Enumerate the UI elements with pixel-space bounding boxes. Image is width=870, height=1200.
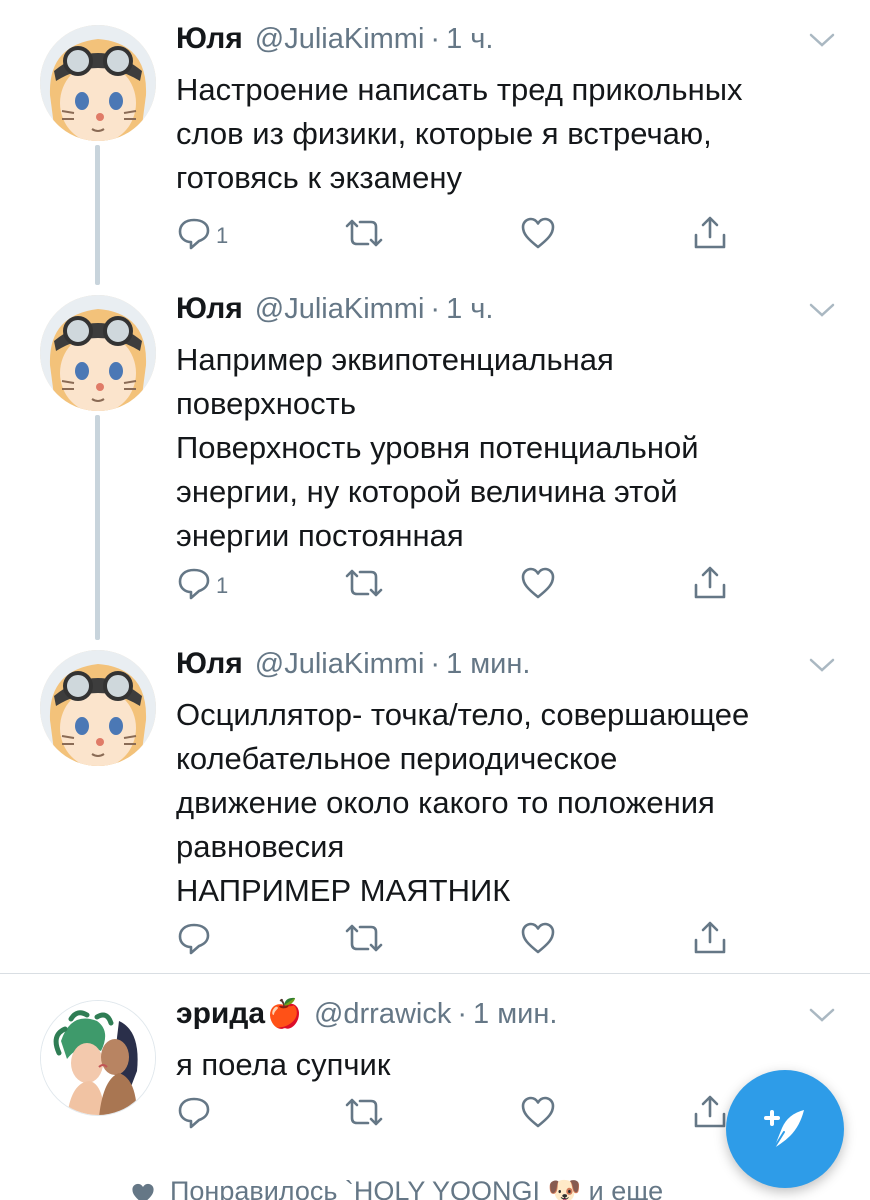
reply-icon — [178, 1097, 210, 1129]
thread-connector-line — [95, 250, 100, 270]
chevron-down-icon[interactable] — [808, 655, 836, 675]
tweet-header: Юля @JuliaKimmi · 1 мин. — [176, 647, 836, 689]
share-icon — [694, 1095, 726, 1128]
reply-icon — [178, 218, 210, 250]
avatar[interactable] — [40, 1000, 156, 1116]
like-button[interactable] — [520, 213, 556, 253]
display-name[interactable]: Юля — [176, 292, 243, 326]
retweet-icon — [345, 1098, 383, 1126]
display-name-text: эрида — [176, 997, 266, 1030]
chevron-down-icon[interactable] — [808, 1005, 836, 1025]
reply-button[interactable] — [176, 918, 216, 958]
share-button[interactable] — [692, 563, 728, 603]
retweet-button[interactable] — [344, 918, 384, 958]
timeline: Юля @JuliaKimmi · 1 ч. Настроение написа… — [0, 0, 870, 1200]
separator-dot: · — [430, 23, 441, 55]
reply-button[interactable]: 1 — [176, 563, 228, 603]
avatar-column — [40, 25, 156, 141]
tweet-text: Например эквипотенциальная поверхность П… — [176, 342, 699, 553]
retweet-icon — [345, 924, 383, 952]
thread-connector-line — [95, 415, 100, 640]
display-name[interactable]: Юля — [176, 647, 243, 681]
heart-icon — [521, 567, 555, 599]
apple-emoji-icon: 🍎 — [267, 998, 302, 1029]
tweet-content: эрида🍎 @drrawick · 1 мин. я поела супчик — [176, 997, 836, 1087]
tweet-actions — [176, 1092, 736, 1132]
tweet-divider — [0, 973, 870, 974]
share-button[interactable] — [692, 918, 728, 958]
separator-dot: · — [457, 998, 468, 1030]
avatar-column — [40, 650, 156, 766]
tweet-content: Юля @JuliaKimmi · 1 ч. Настроение написа… — [176, 22, 836, 200]
tweet-content: Юля @JuliaKimmi · 1 мин. Осциллятор- точ… — [176, 647, 836, 913]
timestamp[interactable]: 1 мин. — [446, 648, 530, 681]
avatar-column — [40, 1000, 156, 1116]
like-button[interactable] — [520, 563, 556, 603]
heart-filled-icon — [132, 1183, 154, 1200]
anime-boy-goggles-avatar — [40, 25, 156, 141]
tweet-text: я поела супчик — [176, 1047, 391, 1082]
tweet-actions — [176, 918, 736, 958]
display-name[interactable]: Юля — [176, 22, 243, 56]
separator-dot: · — [430, 648, 441, 680]
tweet-header: эрида🍎 @drrawick · 1 мин. — [176, 997, 836, 1039]
tweet-actions: 1 — [176, 563, 736, 603]
anime-boy-goggles-avatar — [40, 295, 156, 411]
tweet[interactable]: Юля @JuliaKimmi · 1 ч. Например эквипоте… — [0, 250, 870, 640]
heart-icon — [521, 217, 555, 249]
share-icon — [694, 566, 726, 599]
avatar-column — [40, 295, 156, 411]
share-icon — [694, 921, 726, 954]
tweet-header: Юля @JuliaKimmi · 1 ч. — [176, 22, 836, 64]
tweet-header: Юля @JuliaKimmi · 1 ч. — [176, 292, 836, 334]
reply-icon — [178, 923, 210, 955]
reply-button[interactable]: 1 — [176, 213, 228, 253]
tweet-content: Юля @JuliaKimmi · 1 ч. Например эквипоте… — [176, 292, 836, 558]
medusa-illustration-avatar — [41, 1001, 155, 1115]
chevron-down-icon[interactable] — [808, 30, 836, 50]
tweet-text: Осциллятор- точка/тело, совершающее коле… — [176, 697, 750, 908]
retweet-button[interactable] — [344, 213, 384, 253]
avatar[interactable] — [40, 25, 156, 141]
timestamp[interactable]: 1 мин. — [473, 998, 557, 1031]
display-name[interactable]: эрида🍎 — [176, 997, 302, 1031]
retweet-button[interactable] — [344, 1092, 384, 1132]
compose-tweet-icon — [764, 1110, 804, 1149]
reply-count: 1 — [216, 223, 229, 248]
share-icon — [694, 216, 726, 249]
like-button[interactable] — [520, 1092, 556, 1132]
reply-count: 1 — [216, 573, 229, 598]
tweet[interactable]: Юля @JuliaKimmi · 1 ч. Настроение написа… — [0, 0, 870, 285]
liked-by-text: Понравилось `HOLY YOONGI 🐶 и еще — [170, 1176, 664, 1200]
chevron-down-icon[interactable] — [808, 300, 836, 320]
tweet-actions: 1 — [176, 213, 736, 253]
compose-tweet-button[interactable] — [726, 1070, 844, 1188]
username[interactable]: @JuliaKimmi — [255, 23, 425, 56]
share-button[interactable] — [692, 213, 728, 253]
tweet[interactable]: Юля @JuliaKimmi · 1 мин. Осциллятор- точ… — [0, 625, 870, 973]
heart-icon — [521, 922, 555, 954]
avatar[interactable] — [40, 295, 156, 411]
reply-button[interactable] — [176, 1092, 216, 1132]
anime-boy-goggles-avatar — [40, 650, 156, 766]
heart-icon — [521, 1096, 555, 1128]
reply-icon — [178, 568, 210, 600]
username[interactable]: @JuliaKimmi — [255, 648, 425, 681]
username[interactable]: @drrawick — [314, 998, 451, 1031]
timestamp[interactable]: 1 ч. — [446, 293, 493, 326]
retweet-icon — [345, 219, 383, 247]
liked-by-context[interactable]: Понравилось `HOLY YOONGI 🐶 и еще — [130, 1175, 830, 1200]
timestamp[interactable]: 1 ч. — [446, 23, 493, 56]
username[interactable]: @JuliaKimmi — [255, 293, 425, 326]
avatar[interactable] — [40, 650, 156, 766]
retweet-button[interactable] — [344, 563, 384, 603]
separator-dot: · — [430, 293, 441, 325]
like-button[interactable] — [520, 918, 556, 958]
share-button[interactable] — [692, 1092, 728, 1132]
retweet-icon — [345, 569, 383, 597]
tweet-text: Настроение написать тред прикольных слов… — [176, 72, 743, 195]
